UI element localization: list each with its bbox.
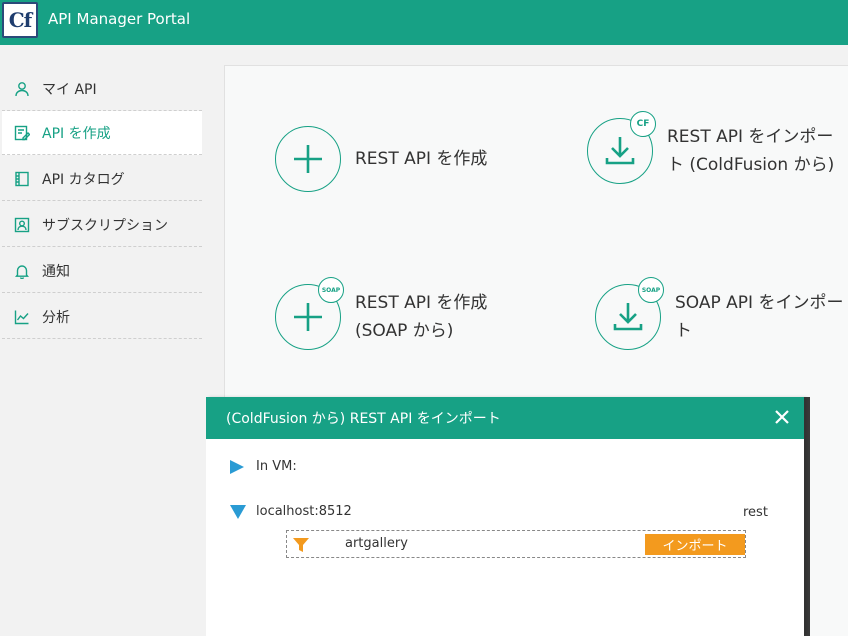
in-vm-label: In VM: <box>256 459 297 474</box>
edit-icon <box>14 125 30 141</box>
cf-badge: CF <box>630 111 656 137</box>
create-rest-api-tile[interactable]: REST API を作成 <box>275 126 535 192</box>
plus-icon <box>294 303 322 331</box>
localhost-node[interactable]: localhost:8512 <box>230 504 352 519</box>
app-title: API Manager Portal <box>48 10 191 28</box>
soap-badge: SOAP <box>318 277 344 303</box>
import-coldfusion-circle: CF <box>587 111 656 184</box>
download-icon <box>605 137 635 165</box>
soap-badge: SOAP <box>638 277 664 303</box>
create-from-soap-circle: SOAP <box>275 277 344 350</box>
sidebar-item-label: マイ API <box>42 81 97 98</box>
in-vm-node[interactable]: In VM: <box>230 459 297 474</box>
subscription-icon <box>14 217 30 233</box>
sidebar-item-analytics[interactable]: 分析 <box>2 295 202 339</box>
dialog-header: (ColdFusion から) REST API をインポート <box>206 397 804 439</box>
sidebar-item-label: 通知 <box>42 263 70 280</box>
download-icon <box>613 303 643 331</box>
create-rest-api-from-soap-tile[interactable]: SOAP REST API を作成 (SOAP から) <box>275 277 515 350</box>
api-name: artgallery <box>345 536 408 551</box>
rest-label: rest <box>743 505 768 520</box>
dialog-title: (ColdFusion から) REST API をインポート <box>226 411 501 427</box>
sidebar-item-subscriptions[interactable]: サブスクリプション <box>2 203 202 247</box>
api-row-artgallery[interactable]: artgallery インポート <box>286 530 746 558</box>
import-dialog: (ColdFusion から) REST API をインポート In VM: l… <box>206 397 804 636</box>
user-icon <box>14 81 30 97</box>
tile-label: REST API を作成 (SOAP から) <box>355 293 488 341</box>
sidebar-item-label: 分析 <box>42 309 70 326</box>
dialog-shadow <box>804 397 810 636</box>
plus-icon <box>294 145 322 173</box>
chart-icon <box>14 309 30 325</box>
sidebar-item-api-catalog[interactable]: API カタログ <box>2 157 202 201</box>
app-header: Cf API Manager Portal <box>0 0 848 45</box>
sidebar-item-label: API カタログ <box>42 171 125 188</box>
close-icon <box>775 410 789 424</box>
sidebar: マイ API API を作成 API カタログ サブスクリプション 通知 分析 <box>0 45 204 636</box>
tile-label: SOAP API をインポート <box>675 293 844 341</box>
host-label: localhost:8512 <box>256 504 352 519</box>
import-coldfusion-rest-api-tile[interactable]: CF REST API をインポート (ColdFusion から) <box>587 111 847 184</box>
bell-icon <box>14 263 30 279</box>
coldfusion-logo[interactable]: Cf <box>2 2 38 38</box>
sidebar-item-label: サブスクリプション <box>42 217 168 234</box>
sidebar-item-create-api[interactable]: API を作成 <box>2 111 202 155</box>
import-button[interactable]: インポート <box>645 534 745 555</box>
logo-text: Cf <box>8 8 33 32</box>
collapse-triangle-icon[interactable] <box>230 504 246 519</box>
import-soap-api-tile[interactable]: SOAP SOAP API をインポート <box>595 277 845 350</box>
sidebar-item-notifications[interactable]: 通知 <box>2 249 202 293</box>
import-soap-circle: SOAP <box>595 277 664 350</box>
sidebar-item-label: API を作成 <box>42 125 111 142</box>
sidebar-item-my-api[interactable]: マイ API <box>2 67 202 111</box>
tile-label: REST API をインポート (ColdFusion から) <box>667 127 835 175</box>
expand-triangle-icon[interactable] <box>230 459 244 474</box>
tile-label: REST API を作成 <box>355 149 488 169</box>
create-rest-api-circle <box>275 126 341 192</box>
catalog-icon <box>14 171 30 187</box>
close-button[interactable] <box>772 407 792 427</box>
filter-icon <box>293 538 309 552</box>
